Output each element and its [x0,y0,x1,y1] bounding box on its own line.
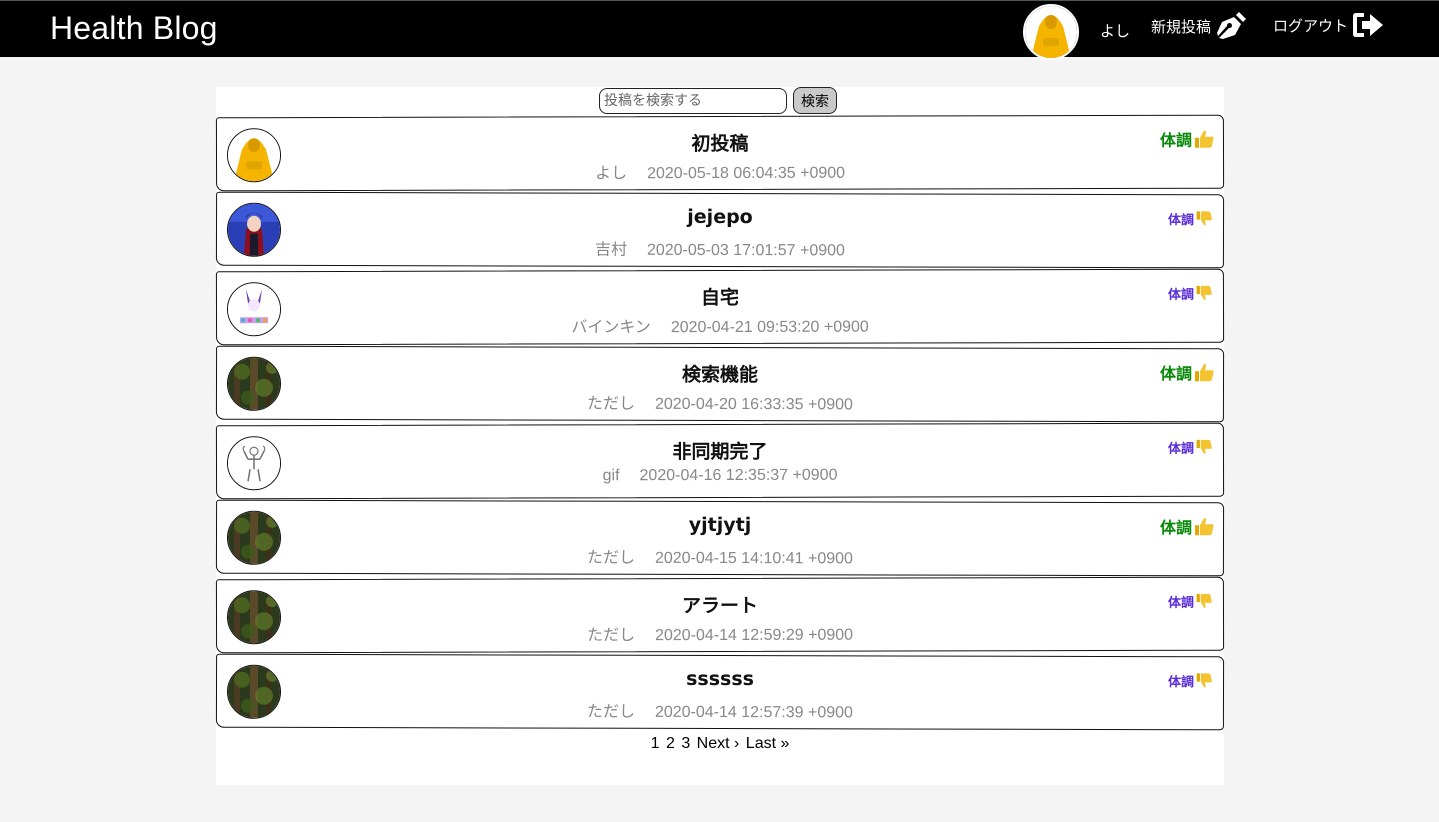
post-timestamp: 2020-04-14 12:59:29 +0900 [655,626,854,645]
post-author: ただし [586,703,636,721]
post-item[interactable]: 検索機能ただし 2020-04-20 16:33:35 +0900 体調 [215,345,1225,423]
post-title[interactable]: 初投稿 [217,128,1223,158]
post-meta: ただし 2020-04-14 12:59:29 +0900 [217,620,1223,647]
post-item[interactable]: 非同期完了 gif 2020-04-16 12:35:37 +0900 体調 [215,422,1225,500]
thumbs-up-icon [1195,364,1214,382]
top-navbar: Health Blog よし 新規投稿 ログアウト [0,0,1439,60]
post-title[interactable]: 非同期完了 [217,436,1223,466]
post-item[interactable]: 自宅バインキン 2020-04-21 09:53:20 +0900 体調 [215,268,1225,346]
search-button[interactable]: 検索 [793,87,837,114]
post-timestamp: 2020-05-18 06:04:35 +0900 [647,164,846,183]
pen-nib-icon [1217,12,1247,39]
condition-label: 体調 [1167,213,1195,229]
post-meta: ただし 2020-04-20 16:33:35 +0900 [217,389,1223,416]
post-timestamp: 2020-04-14 12:57:39 +0900 [654,703,853,722]
post-item[interactable]: アラートただし 2020-04-14 12:59:29 +0900 体調 [215,576,1225,654]
thumbs-down-icon [1196,285,1212,300]
condition-badge-good: 体調 [1160,514,1215,538]
post-title[interactable]: アラート [217,590,1223,620]
sign-out-icon [1353,13,1384,37]
condition-badge-bad: 体調 [1168,209,1213,228]
brand-link[interactable]: Health Blog [50,10,218,47]
nav-username: よし [1100,22,1131,40]
condition-label: 体調 [1167,441,1194,457]
post-timestamp: 2020-04-21 09:53:20 +0900 [670,318,869,337]
condition-badge-bad: 体調 [1168,671,1213,690]
post-author: gif [602,467,620,485]
post-meta: 吉村 2020-05-03 17:01:57 +0900 [217,235,1223,262]
post-item[interactable]: jejepo 吉村 2020-05-03 17:01:57 +0900 体調 [215,191,1225,269]
post-timestamp: 2020-04-16 12:35:37 +0900 [639,466,838,485]
pagination: 1 2 3 Next › Last » [216,735,1224,753]
post-timestamp: 2020-04-15 14:10:41 +0900 [654,549,853,568]
condition-badge-bad: 体調 [1168,284,1213,303]
post-meta: ただし 2020-04-15 14:10:41 +0900 [217,543,1223,570]
post-author: ただし [586,549,636,567]
condition-label: 体調 [1167,595,1194,611]
post-title[interactable]: yjtjytj [217,513,1223,538]
new-post-button[interactable]: 新規投稿 [1151,9,1249,43]
post-title[interactable]: 自宅 [217,282,1223,312]
search-input[interactable] [599,87,787,114]
post-title[interactable]: 検索機能 [217,359,1223,389]
thumbs-down-icon [1196,593,1212,608]
user-avatar[interactable] [1023,4,1079,60]
thumbs-down-icon [1196,673,1212,688]
post-author: バインキン [571,319,651,337]
thumbs-up-icon [1195,518,1214,536]
condition-badge-bad: 体調 [1168,438,1213,457]
logout-label: ログアウト [1273,16,1349,35]
condition-badge-bad: 体調 [1168,592,1213,611]
condition-label: 体調 [1159,364,1193,384]
last-page-link[interactable]: Last » [746,735,790,752]
new-post-label: 新規投稿 [1151,17,1212,36]
thumbs-down-icon [1196,439,1212,454]
search-form: 検索 [599,87,837,114]
next-page-link[interactable]: Next › [697,735,740,752]
post-meta: バインキン 2020-04-21 09:53:20 +0900 [217,312,1223,339]
post-timestamp: 2020-04-20 16:33:35 +0900 [654,395,853,414]
thumbs-up-icon [1194,130,1214,148]
post-item[interactable]: ssssss ただし 2020-04-14 12:57:39 +0900 体調 [215,653,1225,731]
post-timestamp: 2020-05-03 17:01:57 +0900 [646,241,845,260]
posts-panel: 検索 初投稿よし2020-05-18 06:04:35 +0900体調jejep… [215,87,1225,785]
page-link-3[interactable]: 3 [681,735,690,752]
condition-label: 体調 [1167,287,1194,303]
post-title[interactable]: jejepo [217,205,1223,230]
condition-label: 体調 [1159,518,1193,538]
post-meta: ただし 2020-04-14 12:57:39 +0900 [217,697,1223,724]
page-link-2[interactable]: 2 [666,735,675,752]
post-item[interactable]: yjtjytj ただし 2020-04-15 14:10:41 +0900 体調 [215,499,1225,577]
thumbs-down-icon [1196,211,1212,226]
post-author: 吉村 [594,241,628,259]
page-link-1[interactable]: 1 [651,735,660,752]
post-meta: gif 2020-04-16 12:35:37 +0900 [217,466,1223,487]
condition-label: 体調 [1167,675,1195,691]
condition-badge-good: 体調 [1160,360,1215,384]
post-title[interactable]: ssssss [217,667,1223,692]
condition-badge-good: 体調 [1160,127,1215,151]
condition-label: 体調 [1159,130,1192,150]
nav-username-link[interactable]: よし [1100,20,1130,41]
yellow-hoodie-avatar-icon [1025,6,1077,58]
post-author: ただし [587,627,636,645]
post-item[interactable]: 初投稿よし 2020-05-18 06:04:35 +0900 体調 [215,114,1225,192]
post-author: ただし [586,395,636,413]
post-meta: よし 2020-05-18 06:04:35 +0900 [217,158,1223,185]
post-author: よし [595,165,628,183]
logout-button[interactable]: ログアウト [1273,10,1386,40]
